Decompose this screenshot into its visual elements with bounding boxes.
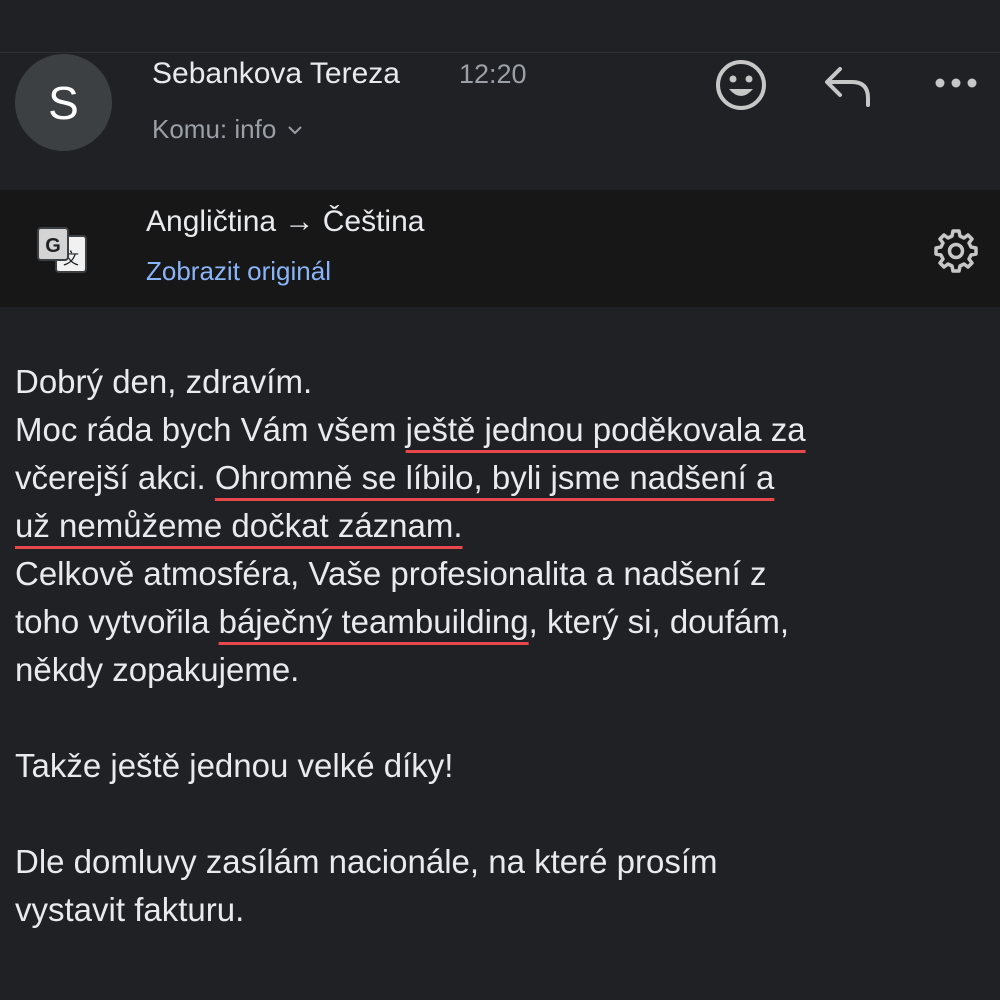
body-line: Dobrý den, zdravím. xyxy=(15,358,990,406)
underlined-text: báječný teambuilding xyxy=(218,603,529,640)
body-line: už nemůžeme dočkat záznam. xyxy=(15,502,990,550)
sender-avatar[interactable]: S xyxy=(15,54,112,151)
chevron-down-icon xyxy=(288,125,303,134)
recipient-label: Komu: info xyxy=(152,114,277,144)
show-original-link[interactable]: Zobrazit originál xyxy=(146,256,331,287)
message-body: Dobrý den, zdravím. Moc ráda bych Vám vš… xyxy=(15,358,990,934)
settings-icon[interactable] xyxy=(932,227,980,275)
recipient-dropdown[interactable]: Komu: info xyxy=(152,114,304,145)
body-line: Dle domluvy zasílám nacionále, na které … xyxy=(15,838,990,886)
avatar-letter: S xyxy=(48,76,79,129)
body-text: někdy zopakujeme. xyxy=(15,651,300,688)
body-text: včerejší akci. xyxy=(15,459,215,496)
body-text: Celkově atmosféra, Vaše profesionalita a… xyxy=(15,555,767,592)
google-translate-icon: 文 G xyxy=(37,227,87,273)
body-line: Moc ráda bych Vám všem ještě jednou podě… xyxy=(15,406,990,454)
body-text: Moc ráda bych Vám všem xyxy=(15,411,406,448)
translation-bar: 文 G Angličtina → Čeština Zobrazit origin… xyxy=(0,190,1000,307)
body-text: Takže ještě jednou velké díky! xyxy=(15,747,454,784)
body-text: Dobrý den, zdravím. xyxy=(15,363,313,400)
body-line: někdy zopakujeme. xyxy=(15,646,990,694)
emoji-icon[interactable] xyxy=(713,57,769,113)
body-line: toho vytvořila báječný teambuilding, kte… xyxy=(15,598,990,646)
body-line: vystavit fakturu. xyxy=(15,886,990,934)
message-time: 12:20 xyxy=(459,59,527,89)
body-text: toho vytvořila xyxy=(15,603,219,640)
body-line: Celkově atmosféra, Vaše profesionalita a… xyxy=(15,550,990,598)
body-text: , který si, doufám, xyxy=(528,603,790,640)
translation-languages: Angličtina → Čeština xyxy=(146,205,425,238)
underlined-text: ještě jednou poděkovala za xyxy=(405,411,806,448)
underlined-text: Ohromně se líbilo, byli jsme nadšení a xyxy=(214,459,775,496)
body-text: Dle domluvy zasílám nacionále, na které … xyxy=(15,843,718,880)
body-text: vystavit fakturu. xyxy=(15,891,245,928)
body-line: Takže ještě jednou velké díky! xyxy=(15,742,990,790)
svg-text:G: G xyxy=(45,235,61,257)
reply-icon[interactable] xyxy=(820,61,876,109)
more-icon[interactable] xyxy=(932,63,980,103)
message-header: S Sebankova Tereza 12:20 Komu: info xyxy=(0,53,1000,188)
body-line: včerejší akci. Ohromně se líbilo, byli j… xyxy=(15,454,990,502)
sender-name[interactable]: Sebankova Tereza xyxy=(152,57,400,91)
underlined-text: už nemůžeme dočkat záznam. xyxy=(15,507,463,544)
